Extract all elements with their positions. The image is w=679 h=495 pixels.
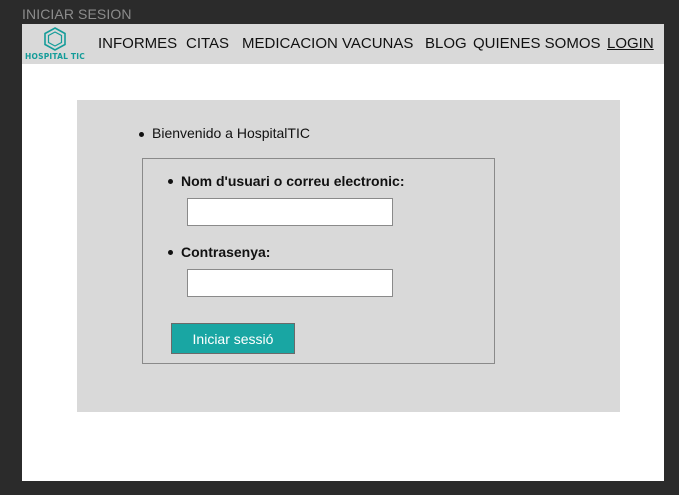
bullet [168,250,173,255]
login-panel: Bienvenido a HospitalTIC Nom d'usuari o … [77,100,620,412]
nav-blog[interactable]: BLOG [425,35,467,52]
logo-text: HOSPITAL TIC [25,52,85,61]
bullet [139,132,144,137]
bullet [168,179,173,184]
login-submit-button[interactable]: Iniciar sessió [171,323,295,354]
app-frame: HOSPITAL TIC INFORMES CITAS MEDICACION V… [22,24,664,481]
nav-quienes-somos[interactable]: QUIENES SOMOS [473,35,601,52]
password-input[interactable] [187,269,393,297]
nav-medicacion[interactable]: MEDICACION [242,35,338,52]
nav-vacunas[interactable]: VACUNAS [342,35,413,52]
navbar: HOSPITAL TIC INFORMES CITAS MEDICACION V… [22,24,664,64]
welcome-text: Bienvenido a HospitalTIC [152,125,310,141]
username-input[interactable] [187,198,393,226]
hexagon-logo-icon [44,27,66,51]
nav-informes[interactable]: INFORMES [98,35,177,52]
window-title: INICIAR SESION [22,6,132,22]
nav-login[interactable]: LOGIN [607,35,654,52]
nav-citas[interactable]: CITAS [186,35,229,52]
password-label: Contrasenya: [181,244,271,260]
username-label: Nom d'usuari o correu electronic: [181,173,405,189]
logo[interactable]: HOSPITAL TIC [24,26,86,62]
login-form: Nom d'usuari o correu electronic: Contra… [142,158,495,364]
